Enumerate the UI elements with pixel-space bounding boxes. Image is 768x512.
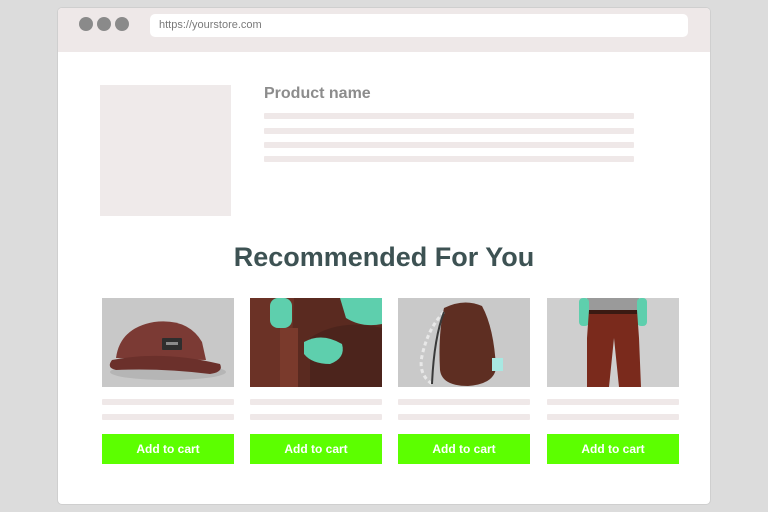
window-minimize-dot[interactable] — [97, 17, 111, 31]
add-to-cart-button[interactable]: Add to cart — [398, 434, 530, 464]
card-text-line — [547, 414, 679, 420]
product-image-placeholder — [100, 85, 231, 216]
recommendations-heading: Recommended For You — [233, 242, 535, 272]
product-card-image-cap[interactable] — [102, 298, 234, 387]
card-text-line — [547, 399, 679, 405]
description-line — [264, 142, 634, 148]
product-card-image-trousers[interactable] — [547, 298, 679, 387]
card-text-line — [102, 414, 234, 420]
address-bar[interactable]: https://yourstore.com — [150, 14, 688, 37]
description-line — [264, 113, 634, 119]
product-card-image-shirt[interactable] — [250, 298, 382, 387]
card-text-line — [102, 399, 234, 405]
window-close-dot[interactable] — [79, 17, 93, 31]
product-card-image-bag[interactable] — [398, 298, 530, 387]
description-line — [264, 156, 634, 162]
card-text-line — [398, 414, 530, 420]
description-line — [264, 128, 634, 134]
card-text-line — [250, 414, 382, 420]
add-to-cart-button[interactable]: Add to cart — [102, 434, 234, 464]
product-name: Product name — [264, 85, 371, 102]
card-text-line — [250, 399, 382, 405]
card-text-line — [398, 399, 530, 405]
add-to-cart-button[interactable]: Add to cart — [547, 434, 679, 464]
window-maximize-dot[interactable] — [115, 17, 129, 31]
browser-window: https://yourstore.com Product name Recom… — [58, 8, 710, 504]
browser-titlebar: https://yourstore.com — [58, 8, 710, 52]
add-to-cart-button[interactable]: Add to cart — [250, 434, 382, 464]
